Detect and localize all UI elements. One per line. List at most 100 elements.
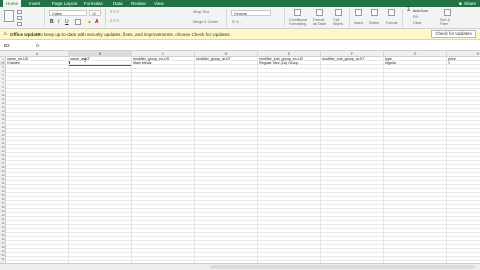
fill-color-icon[interactable]: ▲ xyxy=(87,19,92,25)
bold-button[interactable]: B xyxy=(50,19,54,25)
data-row-cell-e[interactable]: Regular Size (L&) Group xyxy=(259,61,320,65)
ribbon-divider xyxy=(44,9,45,27)
data-row-cell-a[interactable]: Chicken xyxy=(7,61,68,65)
tab-formulas[interactable]: Formulas xyxy=(84,0,103,7)
row-gridline xyxy=(6,240,480,241)
header-row-cell-f[interactable]: modifier_sub_group_ar-KT xyxy=(322,57,383,61)
merge-center-button[interactable]: Merge & Center xyxy=(193,20,218,24)
underline-button[interactable]: U xyxy=(65,19,69,25)
row-gridline xyxy=(6,164,480,165)
cell-styles-icon[interactable] xyxy=(335,9,342,16)
cut-icon[interactable] xyxy=(17,10,22,14)
row-gridline xyxy=(6,184,480,185)
row-gridline xyxy=(6,136,480,137)
tab-insert[interactable]: Insert xyxy=(29,0,40,7)
cell-area[interactable]: ✚ name_en-US name_ar-KT modifier_group_en-… xyxy=(6,57,480,263)
wrap-text-button[interactable]: Wrap Text xyxy=(193,10,209,14)
format-as-table-label[interactable]: Format as Table xyxy=(313,18,329,26)
column-gridline xyxy=(257,57,258,263)
row-gridline xyxy=(6,76,480,77)
header-row-cell-d[interactable]: modifier_group_ar-KT xyxy=(196,57,257,61)
conditional-formatting-icon[interactable] xyxy=(294,9,301,16)
person-icon: ☻ xyxy=(457,1,463,6)
tab-review[interactable]: Review xyxy=(131,0,146,7)
clear-label[interactable]: Clear xyxy=(413,21,422,25)
row-gridline xyxy=(6,244,480,245)
conditional-formatting-label[interactable]: Conditional Formatting xyxy=(289,18,309,26)
format-cells-icon[interactable] xyxy=(388,9,395,16)
cell-styles-label[interactable]: Cell Styles xyxy=(333,18,345,26)
insert-label[interactable]: Insert xyxy=(354,21,363,25)
formula-input[interactable] xyxy=(46,42,474,49)
sort-filter-label[interactable]: Sort & Filter xyxy=(440,18,454,26)
data-row-cell-g[interactable]: regular xyxy=(385,61,446,65)
row-gridline xyxy=(6,232,480,233)
data-row-cell-c[interactable]: Main Meals xyxy=(133,61,194,65)
column-gridline xyxy=(194,57,195,263)
fx-icon[interactable]: fx xyxy=(36,42,40,49)
italic-button[interactable]: I xyxy=(58,19,59,25)
borders-icon[interactable] xyxy=(75,19,81,25)
row-gridline xyxy=(6,144,480,145)
row-gridline xyxy=(6,228,480,229)
tab-view[interactable]: View xyxy=(154,0,164,7)
paste-icon[interactable] xyxy=(4,10,14,22)
column-gridline xyxy=(131,57,132,263)
update-notification-bar: ⚠ Office Update To keep up-to-date with … xyxy=(0,29,480,40)
font-size-value: 12 xyxy=(92,11,96,16)
row-gridline xyxy=(6,172,480,173)
row-gridline xyxy=(6,92,480,93)
font-color-button[interactable]: A xyxy=(95,19,99,25)
format-as-table-icon[interactable] xyxy=(316,9,323,16)
tab-page-layout[interactable]: Page Layout xyxy=(52,0,77,7)
row-gridline xyxy=(6,148,480,149)
sort-filter-icon[interactable] xyxy=(444,9,451,16)
row-gridline xyxy=(6,96,480,97)
format-painter-icon[interactable] xyxy=(17,22,22,26)
share-label: Share xyxy=(463,1,476,6)
name-box[interactable]: B2 xyxy=(2,42,28,49)
row-gridline xyxy=(6,188,480,189)
row-gridline xyxy=(6,208,480,209)
number-format-select[interactable]: General xyxy=(231,10,271,16)
row-gridline xyxy=(6,124,480,125)
row-gridline xyxy=(6,220,480,221)
row-gridline xyxy=(6,108,480,109)
row-gridline xyxy=(6,80,480,81)
column-gridline xyxy=(383,57,384,263)
delete-label[interactable]: Delete xyxy=(369,21,379,25)
formula-bar: B2 fx xyxy=(0,40,480,51)
row-gridline xyxy=(6,104,480,105)
row-gridline xyxy=(6,156,480,157)
share-button[interactable]: ☻ Share xyxy=(458,0,476,7)
align-top-icon[interactable]: ≡ ≡ ≡ xyxy=(110,9,119,15)
font-size-select[interactable]: 12 xyxy=(89,10,101,16)
row-gridline xyxy=(6,84,480,85)
fill-label[interactable]: Fill xyxy=(413,15,418,19)
sheet-tab-bar xyxy=(0,263,480,270)
row-gridline xyxy=(6,116,480,117)
autosum-label[interactable]: AutoSum xyxy=(413,9,428,13)
tab-home[interactable]: Home xyxy=(3,0,22,7)
check-for-updates-button[interactable]: Check for Updates xyxy=(431,30,476,38)
data-row-cell-h[interactable]: 1 xyxy=(448,61,480,65)
row-gridline xyxy=(6,100,480,101)
header-row-cell-b[interactable]: name_ar-KT xyxy=(70,57,131,61)
font-name-value: Calibri xyxy=(52,11,63,16)
insert-cells-icon[interactable] xyxy=(355,9,362,16)
format-label[interactable]: Format xyxy=(386,21,397,25)
spreadsheet-grid: ABCDEFGHI 123456789101112131415161718192… xyxy=(0,51,480,263)
font-name-select[interactable]: Calibri xyxy=(49,10,87,16)
copy-icon[interactable] xyxy=(17,16,22,20)
tab-data[interactable]: Data xyxy=(113,0,123,7)
row-gridline xyxy=(6,120,480,121)
row-gridline xyxy=(6,212,480,213)
number-format-value: General xyxy=(234,11,247,16)
number-format-buttons[interactable]: $ % , xyxy=(232,19,241,25)
horizontal-scrollbar[interactable] xyxy=(210,265,475,269)
delete-cells-icon[interactable] xyxy=(371,9,378,16)
autosum-icon[interactable]: Σ xyxy=(407,7,411,13)
align-left-icon[interactable]: ≡ ≡ ≡ xyxy=(110,18,119,24)
row-gridline xyxy=(6,236,480,237)
row-gridline xyxy=(6,180,480,181)
